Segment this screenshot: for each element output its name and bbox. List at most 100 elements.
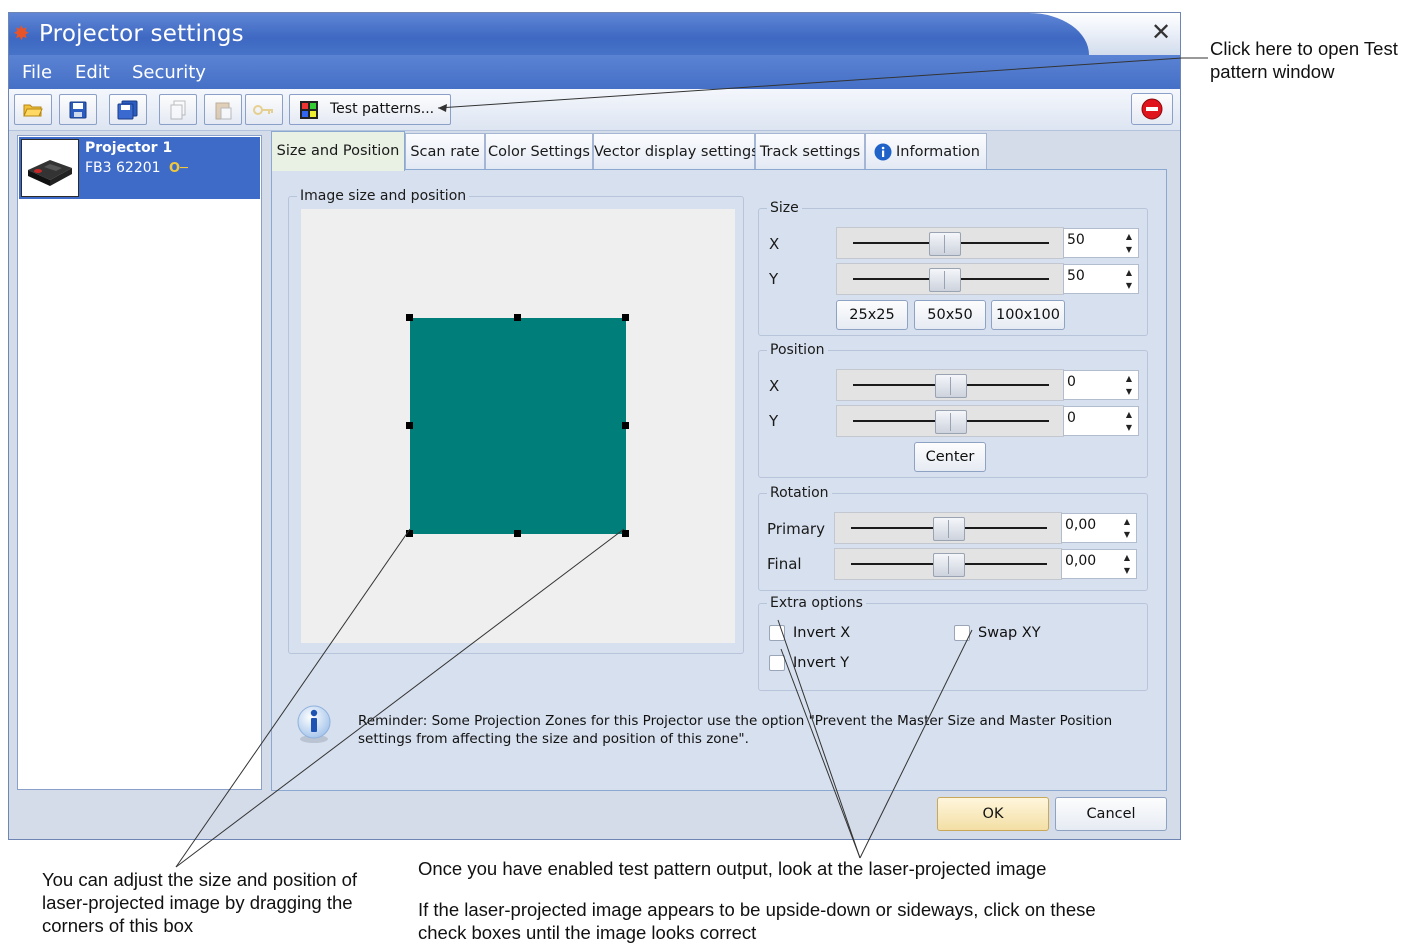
projector-settings-window: ✸ Projector settings ✕ File Edit Securit… [8,12,1181,840]
rotation-primary-value: 0,00 [1065,517,1097,533]
resize-handle-top[interactable] [514,314,521,321]
title-bar: ✸ Projector settings ✕ [9,13,1180,55]
preset-50x50-button[interactable]: 50x50 [914,300,986,330]
stop-button[interactable] [1131,93,1173,125]
tab-information[interactable]: Information [865,133,987,169]
size-y-up-arrow[interactable]: ▲ [1122,267,1136,279]
size-x-slider-thumb[interactable] [929,232,961,256]
projector-list-item[interactable]: Projector 1 FB3 62201 O─ [19,137,260,199]
tab-size-and-position[interactable]: Size and Position [271,131,405,171]
key-button[interactable] [245,94,283,125]
rotation-final-slider-thumb[interactable] [933,553,965,577]
size-x-up-arrow[interactable]: ▲ [1122,231,1136,243]
paste-button[interactable] [204,94,242,125]
invert-y-checkbox[interactable] [769,655,785,671]
position-x-up-arrow[interactable]: ▲ [1122,373,1136,385]
rotation-primary-up-arrow[interactable]: ▲ [1120,516,1134,528]
rotation-final-spinner[interactable]: 0,00 ▲ ▼ [1061,549,1137,579]
rotation-final-label: Final [767,555,802,573]
close-icon[interactable]: ✕ [1151,19,1171,45]
callout-test-pattern: Click here to open Test pattern window [1210,38,1398,82]
size-x-down-arrow[interactable]: ▼ [1122,244,1136,256]
rotation-primary-slider-thumb[interactable] [933,517,965,541]
size-x-label: X [769,235,780,253]
preset-100x100-button[interactable]: 100x100 [991,300,1065,330]
position-y-down-arrow[interactable]: ▼ [1122,422,1136,434]
size-y-slider-thumb[interactable] [929,268,961,292]
swap-xy-checkbox[interactable] [954,625,970,641]
open-folder-icon [23,104,43,116]
position-y-slider[interactable] [836,405,1064,437]
size-y-down-arrow[interactable]: ▼ [1122,280,1136,292]
menu-bar: File Edit Security [9,55,1180,89]
size-x-slider[interactable] [836,227,1064,259]
resize-handle-right[interactable] [622,422,629,429]
size-y-slider[interactable] [836,263,1064,295]
rotation-final-up-arrow[interactable]: ▲ [1120,552,1134,564]
projector-name: Projector 1 [85,140,173,156]
size-y-label: Y [769,270,779,288]
rotation-primary-label: Primary [767,520,825,538]
resize-handle-bottom[interactable] [514,530,521,537]
projector-thumbnail [21,139,79,197]
test-patterns-label: Test patterns... [330,101,435,117]
image-preview-area[interactable] [301,209,735,643]
resize-handle-bottom-right[interactable] [622,530,629,537]
rotation-primary-slider[interactable] [834,512,1062,544]
rotation-final-value: 0,00 [1065,553,1097,569]
size-x-spinner[interactable]: 50 ▲ ▼ [1063,228,1139,258]
invert-x-label[interactable]: Invert X [793,624,850,642]
save-all-button[interactable] [109,94,147,125]
resize-handle-bottom-left[interactable] [406,530,413,537]
swap-xy-label[interactable]: Swap XY [978,624,1041,642]
rotation-primary-spinner[interactable]: 0,00 ▲ ▼ [1061,513,1137,543]
position-x-slider[interactable] [836,369,1064,401]
callout-look-at-image: Once you have enabled test pattern outpu… [418,858,1047,879]
cancel-button[interactable]: Cancel [1055,797,1167,831]
menu-file[interactable]: File [22,62,52,84]
tab-scan-rate[interactable]: Scan rate [405,133,485,169]
test-patterns-button[interactable]: Test patterns... [289,94,451,125]
menu-security[interactable]: Security [132,62,206,84]
position-y-spinner[interactable]: 0 ▲ ▼ [1063,406,1139,436]
position-x-down-arrow[interactable]: ▼ [1122,386,1136,398]
tab-vector-display-settings[interactable]: Vector display settings [593,133,759,169]
tab-color-settings[interactable]: Color Settings [485,133,593,169]
open-button[interactable] [14,94,52,125]
paste-icon [215,102,232,119]
copy-button[interactable] [159,94,197,125]
projector-device-icon [28,160,72,186]
ok-button[interactable]: OK [937,797,1049,831]
position-x-label: X [769,377,780,395]
rotation-group-label: Rotation [767,484,832,502]
toolbar: Test patterns... [9,89,1180,131]
resize-handle-left[interactable] [406,422,413,429]
reminder-text: Reminder: Some Projection Zones for this… [358,713,1113,747]
save-icon [69,101,87,118]
position-x-value: 0 [1067,374,1076,390]
image-size-position-group: Image size and position [288,187,744,654]
rotation-primary-down-arrow[interactable]: ▼ [1120,529,1134,541]
rotation-final-down-arrow[interactable]: ▼ [1120,565,1134,577]
save-button[interactable] [59,94,97,125]
center-button[interactable]: Center [914,442,986,472]
invert-x-checkbox[interactable] [769,625,785,641]
preset-25x25-button[interactable]: 25x25 [836,300,908,330]
menu-edit[interactable]: Edit [75,62,110,84]
rotation-final-slider[interactable] [834,548,1062,580]
position-y-slider-thumb[interactable] [935,410,967,434]
resize-handle-top-left[interactable] [406,314,413,321]
position-y-value: 0 [1067,410,1076,426]
position-x-slider-thumb[interactable] [935,374,967,398]
position-y-up-arrow[interactable]: ▲ [1122,409,1136,421]
invert-y-label[interactable]: Invert Y [793,654,849,672]
image-bounds-box[interactable] [406,314,629,537]
position-x-spinner[interactable]: 0 ▲ ▼ [1063,370,1139,400]
tab-track-settings[interactable]: Track settings [755,133,865,169]
window-title: Projector settings [39,21,244,47]
size-y-spinner[interactable]: 50 ▲ ▼ [1063,264,1139,294]
extra-options-label: Extra options [767,594,866,612]
position-group-label: Position [767,341,828,359]
stop-icon [1141,98,1163,120]
resize-handle-top-right[interactable] [622,314,629,321]
